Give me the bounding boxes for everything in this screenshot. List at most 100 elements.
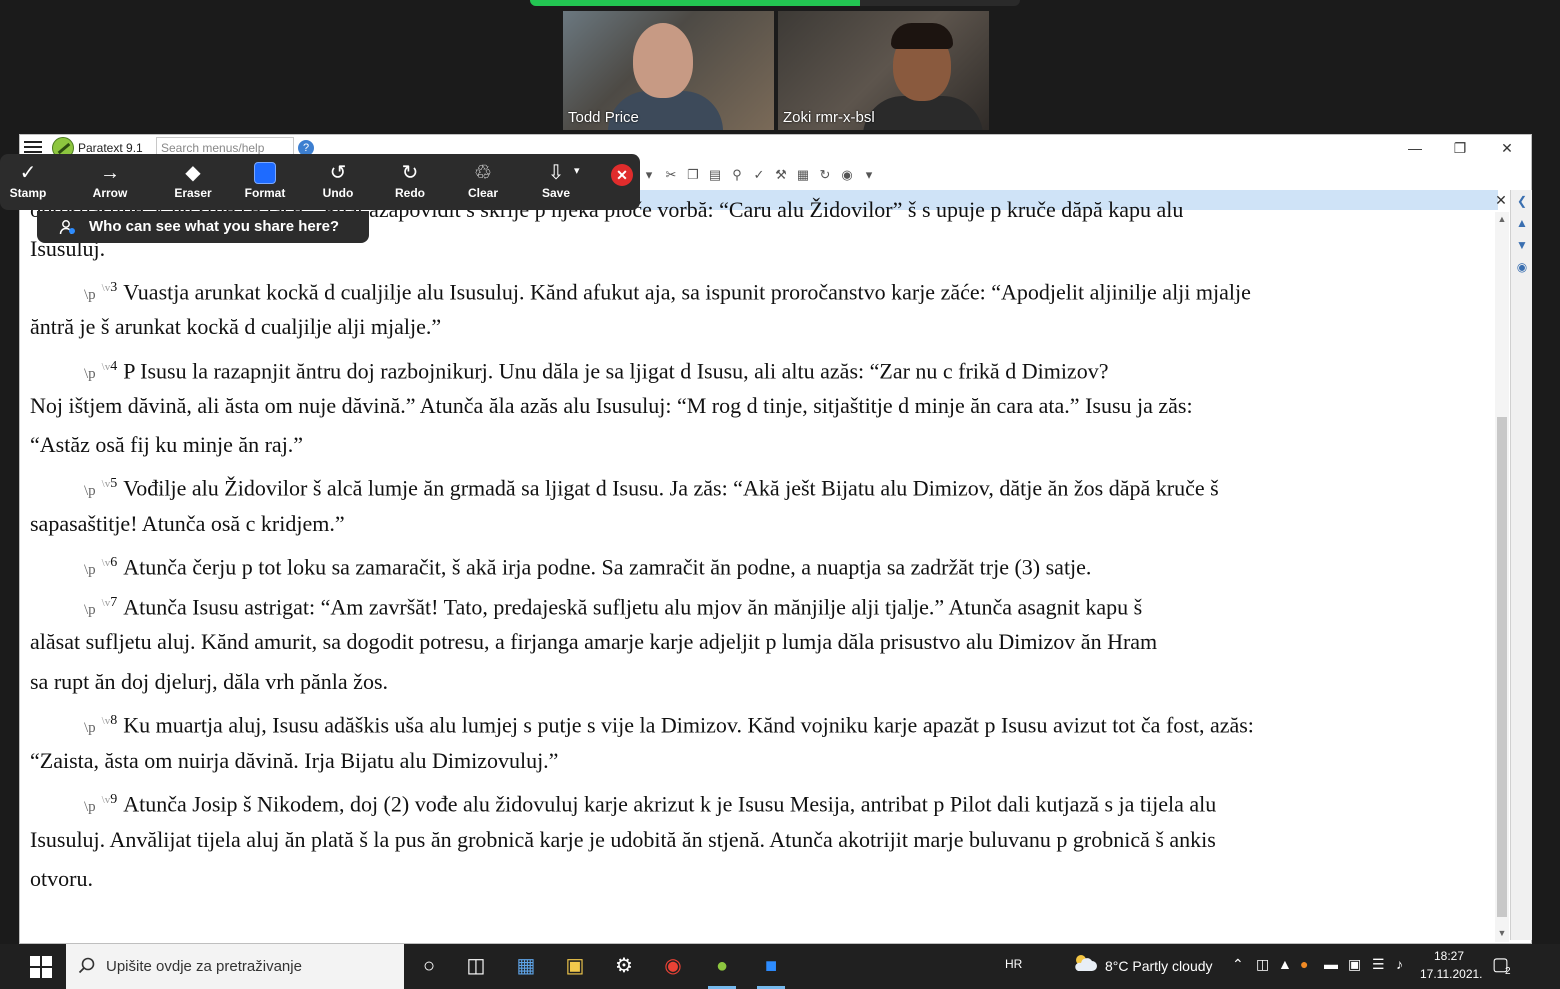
stamp-button[interactable]: ✓ Stamp [0, 160, 58, 206]
minimize-button[interactable]: — [1395, 137, 1435, 159]
wifi-icon[interactable]: ☰ [1372, 956, 1385, 973]
chrome-icon[interactable]: ◉ [649, 944, 697, 989]
verse-marker: \v [101, 478, 111, 490]
text-line[interactable]: sapasaštitje! Atunča osă c kridjem.” [30, 509, 345, 539]
verse-number: 7 [110, 595, 118, 610]
verse-line[interactable]: \p \v7 Atunča Isusu astrigat: “Am završăt!… [84, 588, 1143, 620]
eraser-button[interactable]: ◆ Eraser [163, 160, 223, 206]
notifications-count: 2 [1505, 966, 1511, 977]
clear-button[interactable]: ♲ Clear [453, 160, 513, 206]
participant-name: Todd Price [568, 109, 639, 126]
verse-text: Atunča Josip š Nikodem, doj (2) vođe alu… [123, 791, 1217, 817]
spellcheck-icon[interactable]: ✓ [750, 166, 768, 184]
collapse-icon[interactable]: ❮ [1513, 194, 1531, 212]
zoom-taskbar-icon[interactable]: ■ [747, 944, 795, 989]
side-panel: ❮ ▲ ▼ ◉ [1510, 190, 1532, 940]
verse-line[interactable]: \p \v9 Atunča Josip š Nikodem, doj (2) vođ… [84, 785, 1217, 817]
show-hidden-icons[interactable]: ⌃ [1232, 956, 1244, 973]
scroll-thumb[interactable] [1497, 417, 1507, 917]
taskbar-search-input[interactable]: Upišite ovdje za pretraživanje [66, 944, 404, 989]
pane-close-icon[interactable]: ✕ [1494, 192, 1508, 208]
paragraph-marker: \p [84, 483, 96, 500]
verse-text: ăntră je š arunkat kockă d cualjilje alj… [30, 314, 442, 339]
undo-button[interactable]: ↺ Undo [308, 160, 368, 206]
annotate-toolbar: ✓ Stamp → Arrow ◆ Eraser Format ↺ Undo ↻ Redo ♲ Clea… [0, 154, 640, 210]
windows-start-icon[interactable] [30, 956, 52, 978]
format-button[interactable]: Format [235, 160, 295, 206]
verse-line[interactable]: \p \v8 Ku muartja aluj, Isusu adăškis uša … [84, 706, 1254, 737]
tool-label: Clear [467, 186, 499, 200]
verse-number: 6 [110, 555, 118, 570]
verse-line[interactable]: \p \v3 Vuastja arunkat kockă d cualjilje a… [84, 273, 1251, 305]
text-line[interactable]: “Zaista, ăsta om nuirja dăvină. Irja Bij… [30, 746, 558, 776]
battery-icon[interactable]: ▬ [1324, 956, 1338, 972]
verse-number: 4 [110, 359, 118, 374]
zoom-share-indicator[interactable] [530, 0, 1020, 6]
paratext-taskbar-icon[interactable]: ● [698, 944, 746, 989]
tool-label: Undo [322, 186, 354, 200]
paste-icon[interactable]: ▤ [706, 166, 724, 184]
tool-label: Save [541, 186, 571, 200]
update-icon[interactable]: ● [1300, 956, 1308, 972]
view-dropdown-icon[interactable]: ▾ [860, 166, 878, 184]
restore-button[interactable]: ❐ [1440, 137, 1480, 159]
settings-icon[interactable]: ⚙ [600, 944, 648, 989]
who-can-see-text: Who can see what you share here? [89, 218, 340, 235]
dropdown-arrow-icon[interactable]: ▾ [640, 166, 658, 184]
file-explorer-icon[interactable]: ▣ [551, 944, 599, 989]
tool-label: Arrow [92, 186, 128, 200]
language-indicator[interactable]: HR [1005, 957, 1022, 971]
text-line[interactable]: sa rupt ăn doj djelurj, dăla vrh pănla ž… [30, 667, 388, 697]
close-annotate-icon[interactable]: ✕ [611, 164, 633, 186]
arrow-button[interactable]: → Arrow [80, 160, 140, 206]
verse-text: Atunča Isusu astrigat: “Am završăt! Tato… [123, 594, 1143, 620]
text-line[interactable]: ăntră je š arunkat kockă d cualjilje alj… [30, 312, 441, 342]
weather-text[interactable]: 8°C Partly cloudy [1105, 958, 1213, 974]
clock-date[interactable]: 17.11.2021. [1420, 967, 1483, 981]
volume-icon[interactable]: ♪ [1396, 956, 1403, 972]
layout-icon[interactable]: ▦ [794, 166, 812, 184]
text-line[interactable]: Isusuluj. Anvălijat tijela aluj ăn plată… [30, 825, 1216, 855]
filter-icon[interactable]: ▼ [1513, 238, 1531, 256]
text-line[interactable]: alăsat sufljetu aluj. Kănd amurit, sa do… [30, 627, 1157, 657]
scroll-up-icon[interactable]: ▲ [1497, 214, 1507, 226]
tool-label: Format [244, 186, 286, 200]
paragraph-marker: \p [84, 602, 96, 619]
hamburger-menu-icon[interactable] [24, 141, 42, 154]
find-icon[interactable]: ⚲ [728, 166, 746, 184]
view-icon[interactable]: ◉ [838, 166, 856, 184]
text-line[interactable]: Noj ištjem dăvină, ali ăsta om nuje dăvi… [30, 391, 1193, 421]
verse-line[interactable]: \p \v4 P Isusu la razapnjit ăntru doj razb… [84, 352, 1109, 384]
video-tile-2[interactable]: Zoki rmr-x-bsl [778, 11, 989, 130]
tool-label: Stamp [9, 186, 47, 200]
who-can-see-banner[interactable]: Who can see what you share here? [37, 211, 369, 243]
store-icon[interactable]: ▦ [502, 944, 550, 989]
app-title: Paratext 9.1 [78, 141, 143, 155]
scroll-down-icon[interactable]: ▼ [1497, 928, 1507, 940]
resources-icon[interactable]: ▲ [1513, 216, 1531, 234]
text-line[interactable]: otvoru. [30, 864, 93, 894]
redo-button[interactable]: ↻ Redo [380, 160, 440, 206]
task-view-icon[interactable]: ◫ [452, 944, 500, 989]
copy-icon[interactable]: ❐ [684, 166, 702, 184]
text-editor[interactable]: oprostjastitje, k nu stije ce face.” Pil… [30, 195, 1490, 935]
save-dropdown-icon[interactable]: ▾ [574, 164, 580, 177]
cortana-icon[interactable]: ○ [405, 944, 453, 989]
verse-line[interactable]: \p \v6 Atunča čerju p tot loku sa zamarači… [84, 548, 1091, 579]
tools-icon[interactable]: ⚒ [772, 166, 790, 184]
clock-time[interactable]: 18:27 [1434, 949, 1464, 963]
cut-icon[interactable]: ✂ [662, 166, 680, 184]
shield-icon[interactable]: ▲ [1278, 956, 1292, 972]
video-tile-1[interactable]: Todd Price [563, 11, 774, 130]
display-icon[interactable]: ▣ [1348, 956, 1361, 973]
verse-text: P Isusu la razapnjit ăntru doj razbojnik… [123, 358, 1109, 384]
paratext-side-icon[interactable]: ◉ [1513, 260, 1531, 278]
close-button[interactable]: ✕ [1487, 137, 1527, 159]
device-icon[interactable]: ◫ [1256, 956, 1269, 973]
verse-text: Vuastja arunkat kockă d cualjilje alu Is… [123, 279, 1251, 305]
text-line[interactable]: “Astăz osă fij ku minje ăn raj.” [30, 430, 303, 460]
verse-line[interactable]: \p \v5 Vođilje alu Židovilor š alcă lumje … [84, 469, 1219, 500]
participant-face [633, 23, 693, 98]
scrollbar[interactable]: ▲ ▼ [1495, 212, 1509, 942]
sync-icon[interactable]: ↻ [816, 166, 834, 184]
